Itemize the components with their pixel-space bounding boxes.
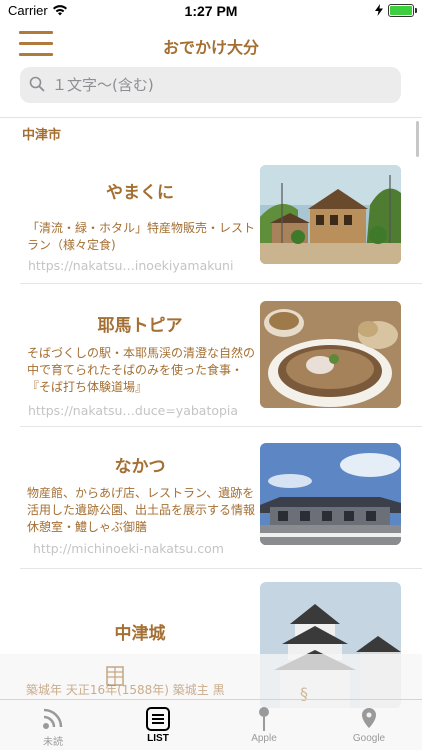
tab-label: Google — [352, 733, 386, 744]
rss-icon — [43, 708, 63, 729]
item-thumbnail — [260, 165, 401, 264]
tab-unread[interactable]: 未読 — [3, 704, 103, 750]
list-item[interactable]: 耶馬トピア そばづくしの駅・本耶馬渓の清澄な自然の中で育てられたそばのみを使った… — [0, 284, 422, 427]
list-item[interactable]: なかつ 物産館、からあげ店、レストラン、遺跡を活用した遺跡公園、出土品を展示する… — [0, 426, 422, 569]
search-input[interactable] — [52, 67, 392, 103]
tab-label: LIST — [147, 733, 169, 744]
page-title: おでかけ大分 — [162, 38, 259, 57]
item-url[interactable]: https://nakatsu…duce=yabatopia — [28, 403, 260, 418]
charging-bolt-icon — [375, 4, 383, 16]
item-thumbnail — [260, 301, 401, 408]
item-description: 築城年 天正16年(1588年) 築城主 黒 — [26, 683, 225, 697]
list-item[interactable]: やまくに 「清流・緑・ホタル」特産物販売・レストラン（様々定食) https:/… — [0, 150, 422, 284]
item-url[interactable]: https://nakatsu…inoekiyamakuni — [28, 258, 260, 273]
tab-bar-divider — [0, 699, 422, 700]
item-description: 物産館、からあげ店、レストラン、遺跡を活用した遺跡公園、出土品を展示する情報休憩… — [27, 486, 256, 534]
clock: 1:27 PM — [184, 3, 238, 19]
location-marker-icon — [362, 708, 376, 728]
item-description: そばづくしの駅・本耶馬渓の清澄な自然の中で育てられたそばのみを使った食事・『そば… — [27, 346, 256, 394]
section-header: 中津市 — [22, 128, 62, 143]
item-thumbnail — [260, 443, 401, 545]
tab-list[interactable]: LIST — [108, 704, 208, 750]
tab-apple-maps[interactable]: Apple — [214, 704, 314, 750]
status-bar: Carrier 1:27 PM — [0, 0, 422, 22]
item-title: やまくに — [106, 183, 174, 203]
map-pin-icon — [259, 707, 269, 731]
item-description: 「清流・緑・ホタル」特産物販売・レストラン（様々定食) — [27, 221, 256, 252]
tab-bar: 築城年 天正16年(1588年) 築城主 黒 § 未読 LIST Apple G… — [0, 654, 422, 750]
search-icon — [29, 76, 45, 92]
tab-label: Apple — [251, 733, 277, 744]
item-title: なかつ — [114, 457, 166, 477]
section-sign-icon: § — [300, 684, 308, 703]
item-title: 耶馬トピア — [97, 316, 183, 336]
tab-google-maps[interactable]: Google — [319, 704, 419, 750]
divider — [0, 117, 422, 118]
navigation-bar: おでかけ大分 — [0, 22, 422, 66]
battery-icon — [388, 4, 417, 17]
list-icon — [146, 707, 170, 731]
item-url[interactable]: http://michinoeki-nakatsu.com — [33, 541, 265, 556]
search-bar[interactable] — [20, 67, 401, 103]
tab-label: 未読 — [43, 737, 63, 748]
item-title: 中津城 — [114, 624, 166, 644]
